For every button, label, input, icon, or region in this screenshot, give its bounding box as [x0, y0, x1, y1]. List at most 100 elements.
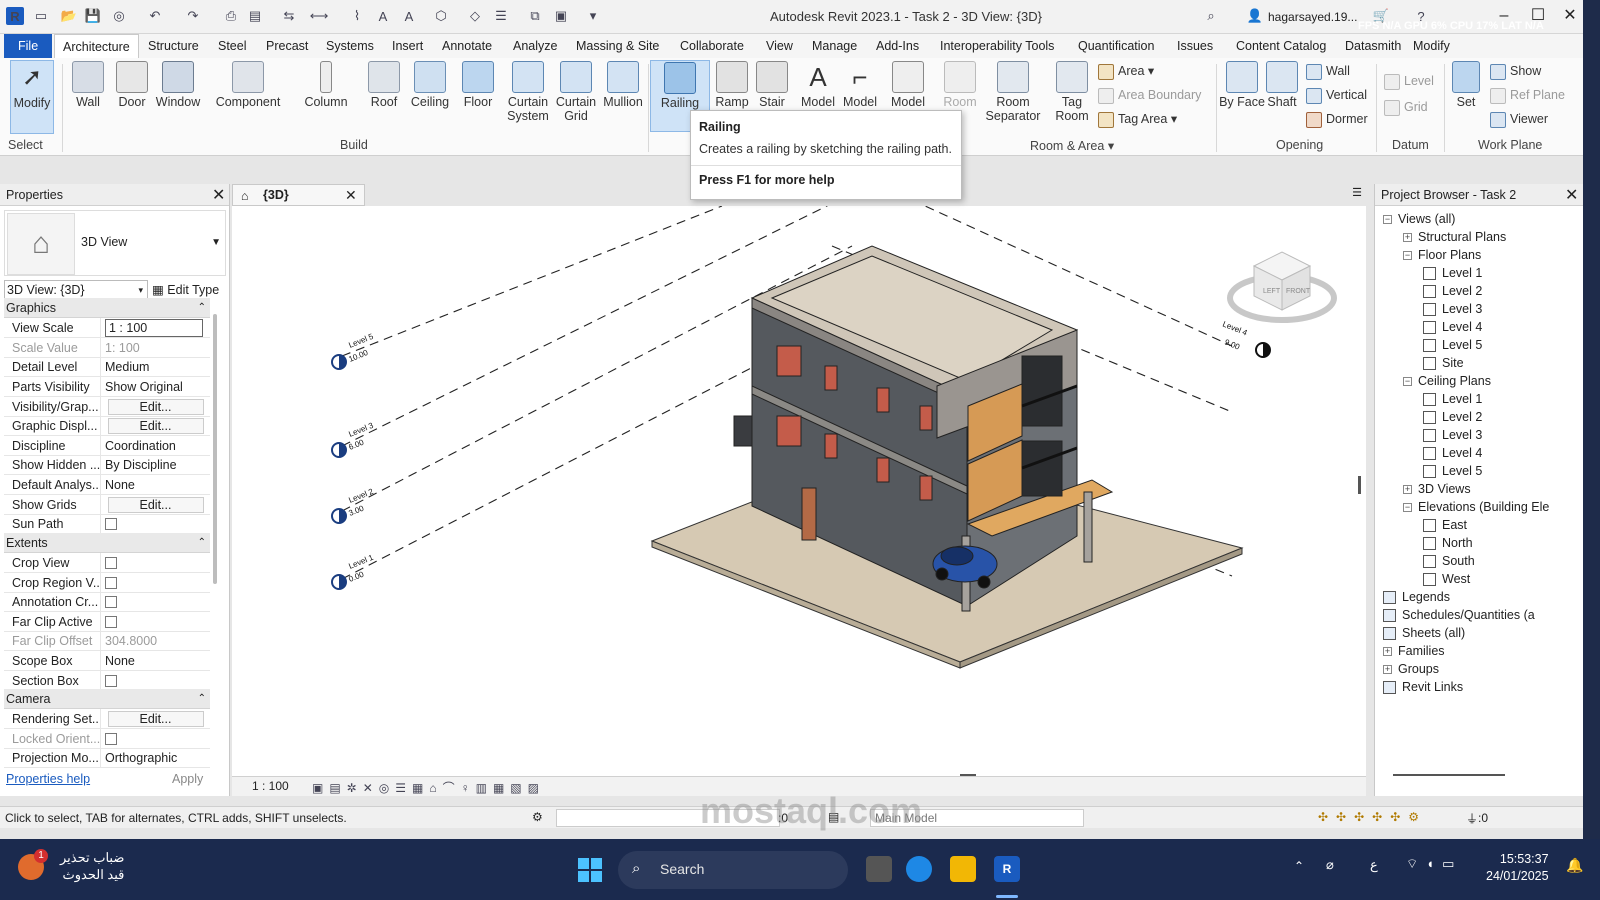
- property-value[interactable]: Show Original: [100, 377, 210, 397]
- component-button[interactable]: Component: [212, 60, 284, 140]
- tab-collaborate[interactable]: Collaborate: [680, 34, 744, 58]
- property-checkbox[interactable]: [100, 729, 210, 749]
- browser-item[interactable]: +3D Views: [1403, 480, 1471, 498]
- close-button[interactable]: ✕: [1560, 6, 1580, 26]
- viewcube-front-label[interactable]: FRONT: [1286, 288, 1311, 295]
- mullion-button[interactable]: Mullion: [598, 60, 648, 140]
- system-tray-icons[interactable]: ⌔◖▭: [1406, 856, 1462, 872]
- tab-menu-icon[interactable]: ☰: [1352, 186, 1362, 199]
- browser-item[interactable]: North: [1423, 534, 1473, 552]
- browser-item[interactable]: West: [1423, 570, 1470, 588]
- property-value[interactable]: 304.8000: [100, 631, 210, 651]
- properties-help-link[interactable]: Properties help: [6, 772, 90, 786]
- browser-item[interactable]: − Elevations (Building Ele: [1403, 498, 1549, 516]
- save-icon[interactable]: 💾: [84, 7, 102, 25]
- browser-item[interactable]: Level 3: [1423, 426, 1482, 444]
- browser-item[interactable]: + Families: [1383, 642, 1445, 660]
- browser-item[interactable]: Level 5: [1423, 336, 1482, 354]
- browser-item[interactable]: Level 4: [1423, 444, 1482, 462]
- selection-filter-icons[interactable]: ✣✣✣✣✣⚙: [1318, 810, 1427, 824]
- ref-plane-button[interactable]: Ref Plane: [1490, 86, 1565, 104]
- minimize-button[interactable]: –: [1494, 6, 1514, 26]
- view-cube[interactable]: LEFT FRONT: [1227, 251, 1337, 323]
- tab-architecture[interactable]: Architecture: [54, 34, 139, 58]
- task-view-icon[interactable]: [866, 856, 892, 882]
- default-3d-icon[interactable]: ⬡: [432, 7, 450, 25]
- edit-type-button[interactable]: ▦ Edit Type: [152, 280, 219, 300]
- browser-item[interactable]: − Floor Plans: [1403, 246, 1481, 264]
- area-button[interactable]: Area ▾: [1098, 62, 1154, 80]
- show-button[interactable]: Show: [1490, 62, 1541, 80]
- expand-icon[interactable]: +: [1383, 665, 1392, 675]
- property-value[interactable]: Coordination: [100, 436, 210, 456]
- property-value[interactable]: Orthographic: [100, 748, 210, 768]
- type-selector[interactable]: ⌂ 3D View ▼: [4, 210, 226, 276]
- browser-item[interactable]: − Views (all): [1383, 210, 1455, 228]
- close-tab-icon[interactable]: ✕: [345, 185, 357, 205]
- text-a-icon[interactable]: A: [400, 7, 418, 25]
- curtain-grid-button[interactable]: Curtain Grid: [552, 60, 600, 140]
- level-1-label[interactable]: Level 1: [347, 553, 375, 571]
- ceiling-button[interactable]: Ceiling: [406, 60, 454, 140]
- floor-button[interactable]: Floor: [454, 60, 502, 140]
- property-edit-button[interactable]: Edit...: [100, 709, 210, 729]
- tab-issues[interactable]: Issues: [1177, 34, 1213, 58]
- browser-item[interactable]: + Groups: [1383, 660, 1439, 678]
- property-value[interactable]: By Discipline: [100, 455, 210, 475]
- close-properties-icon[interactable]: ✕: [212, 185, 225, 205]
- browser-item[interactable]: Level 1: [1423, 390, 1482, 408]
- view-scale-field[interactable]: 1 : 100: [100, 318, 210, 338]
- customize-qat-icon[interactable]: ▾: [584, 7, 602, 25]
- edge-icon[interactable]: [906, 856, 932, 882]
- collapse-icon[interactable]: −: [1403, 251, 1412, 261]
- home-icon[interactable]: ▭: [32, 7, 50, 25]
- network-off-icon[interactable]: ⌀: [1326, 857, 1334, 873]
- user-name[interactable]: hagarsayed.19...: [1268, 10, 1357, 24]
- revit-logo-icon[interactable]: R: [6, 7, 24, 25]
- close-hidden-icon[interactable]: ⧉: [526, 7, 544, 25]
- tab-manage[interactable]: Manage: [812, 34, 857, 58]
- viewer-button[interactable]: Viewer: [1490, 110, 1548, 128]
- door-button[interactable]: Door: [108, 60, 156, 140]
- section-icon[interactable]: ◇: [466, 7, 484, 25]
- browser-item[interactable]: Level 3: [1423, 300, 1482, 318]
- browser-item[interactable]: Site: [1423, 354, 1464, 372]
- browser-item[interactable]: Revit Links: [1383, 678, 1463, 696]
- browser-item[interactable]: Level 2: [1423, 282, 1482, 300]
- tab-massing-site[interactable]: Massing & Site: [576, 34, 659, 58]
- browser-item[interactable]: Legends: [1383, 588, 1450, 606]
- browser-item[interactable]: East: [1423, 516, 1467, 534]
- room-separator-button[interactable]: Room Separator: [980, 60, 1046, 140]
- property-value[interactable]: None: [100, 475, 210, 495]
- filter-icon[interactable]: ⏚: [1466, 810, 1478, 827]
- tab-add-ins[interactable]: Add-Ins: [876, 34, 919, 58]
- measure-icon[interactable]: ⇆: [280, 7, 298, 25]
- collapse-icon[interactable]: −: [1403, 377, 1412, 387]
- chevron-up-icon[interactable]: ⌃: [1294, 859, 1304, 873]
- property-edit-button[interactable]: Edit...: [100, 397, 210, 417]
- tab-view[interactable]: View: [766, 34, 793, 58]
- tag-area-button[interactable]: Tag Area ▾: [1098, 110, 1177, 128]
- undo-icon[interactable]: ↶: [146, 7, 164, 25]
- expand-icon[interactable]: +: [1403, 485, 1412, 495]
- dormer-button[interactable]: Dormer: [1306, 110, 1368, 128]
- wall-opening-button[interactable]: Wall: [1306, 62, 1350, 80]
- shaft-button[interactable]: Shaft: [1258, 60, 1306, 140]
- tab-precast[interactable]: Precast: [266, 34, 308, 58]
- view-scale-button[interactable]: 1 : 100: [252, 779, 289, 793]
- browser-item[interactable]: Level 2: [1423, 408, 1482, 426]
- open-icon[interactable]: 📂: [60, 7, 78, 25]
- property-checkbox[interactable]: [100, 671, 210, 691]
- 3d-viewport[interactable]: Level 5 10.00 Level 3 6.00 Level 2 3.00 …: [232, 206, 1366, 776]
- dimension-icon[interactable]: ⟷: [310, 7, 329, 25]
- modify-button[interactable]: ➚ Modify: [10, 60, 54, 134]
- tag-icon[interactable]: ⌇: [348, 7, 366, 25]
- tab-quantification[interactable]: Quantification: [1078, 34, 1154, 58]
- property-value[interactable]: Medium: [100, 357, 210, 377]
- text-icon[interactable]: A: [374, 7, 392, 25]
- browser-item[interactable]: Schedules/Quantities (a: [1383, 606, 1535, 624]
- export-icon[interactable]: ▤: [246, 7, 264, 25]
- tab-content-catalog[interactable]: Content Catalog: [1236, 34, 1326, 58]
- redo-icon[interactable]: ↷: [184, 7, 202, 25]
- browser-h-scrollbar[interactable]: [1393, 774, 1505, 776]
